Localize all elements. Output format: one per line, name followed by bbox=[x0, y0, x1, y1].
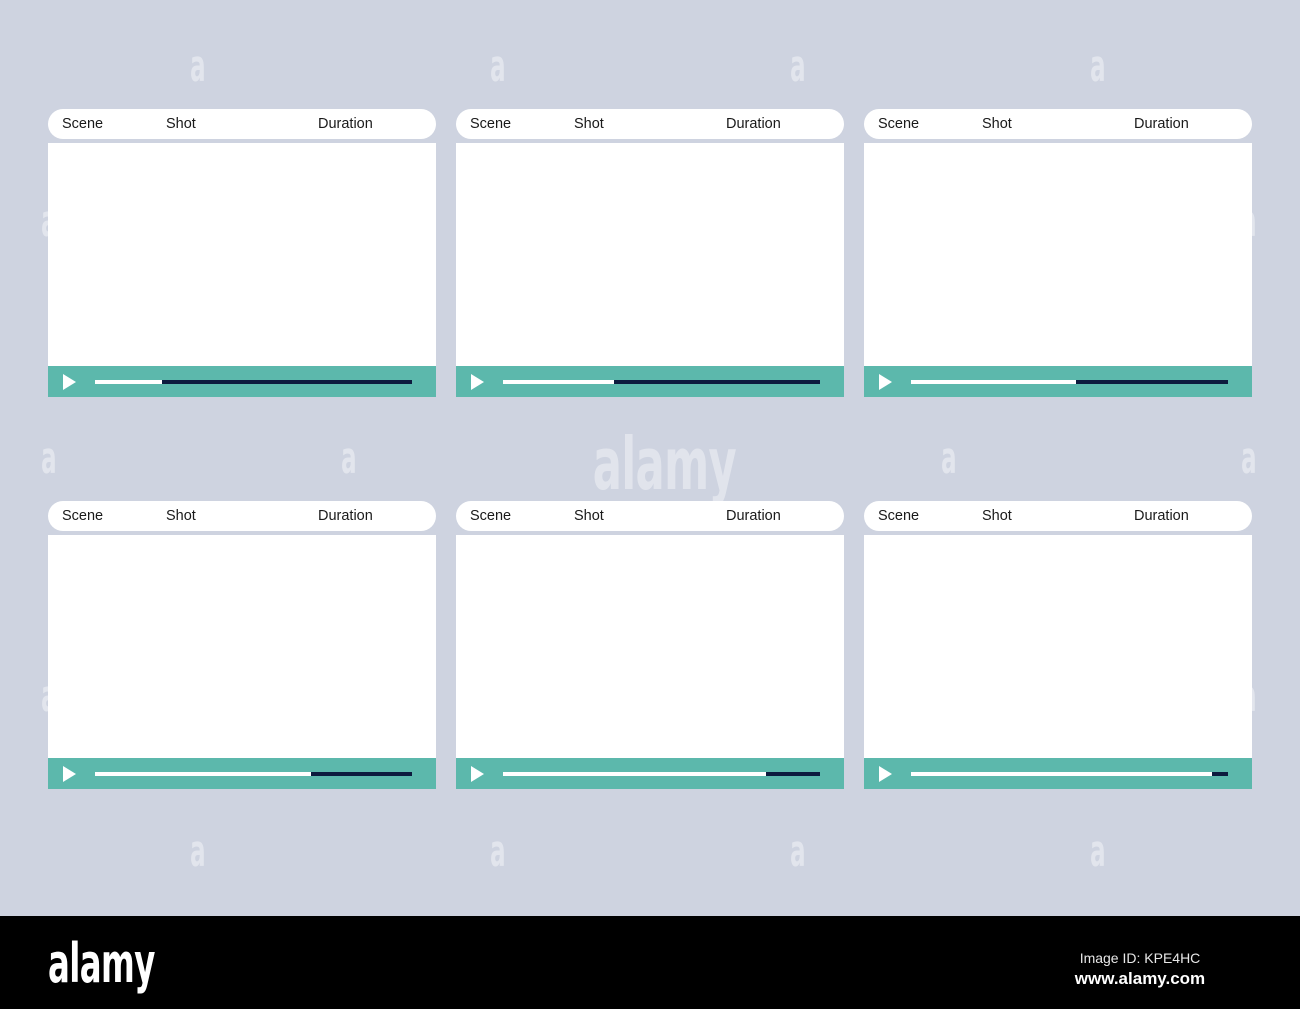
progress-scrubber[interactable] bbox=[503, 771, 820, 776]
image-id-label: Image ID: KPE4HC bbox=[1079, 950, 1201, 966]
card-drawing-frame[interactable] bbox=[48, 535, 436, 758]
storyboard-grid: Scene Shot Duration Scene Shot Duration Scene S… bbox=[0, 0, 1300, 916]
column-label-scene: Scene bbox=[62, 508, 104, 524]
card-header-bar: Scene Shot Duration bbox=[48, 109, 436, 139]
progress-scrubber[interactable] bbox=[911, 379, 1228, 384]
card-drawing-frame[interactable] bbox=[48, 143, 436, 366]
card-drawing-frame[interactable] bbox=[456, 143, 844, 366]
progress-scrubber[interactable] bbox=[503, 379, 820, 384]
card-player-bar bbox=[48, 366, 436, 397]
progress-fill bbox=[503, 771, 767, 776]
footer-meta: Image ID: KPE4HC www.alamy.com bbox=[1030, 948, 1250, 990]
card-header-bar: Scene Shot Duration bbox=[48, 501, 436, 531]
storyboard-card[interactable]: Scene Shot Duration bbox=[864, 501, 1252, 789]
footer-bar: alamy Image ID: KPE4HC www.alamy.com bbox=[0, 916, 1300, 1009]
column-label-shot: Shot bbox=[166, 116, 196, 132]
column-label-shot: Shot bbox=[166, 508, 196, 524]
column-label-shot: Shot bbox=[574, 508, 604, 524]
column-label-scene: Scene bbox=[878, 508, 920, 524]
column-label-scene: Scene bbox=[470, 508, 512, 524]
progress-fill bbox=[95, 379, 162, 384]
column-label-scene: Scene bbox=[878, 116, 920, 132]
column-label-duration: Duration bbox=[726, 508, 781, 524]
card-player-bar bbox=[864, 366, 1252, 397]
card-drawing-frame[interactable] bbox=[864, 143, 1252, 366]
column-label-duration: Duration bbox=[1134, 116, 1189, 132]
card-player-bar bbox=[864, 758, 1252, 789]
card-header-bar: Scene Shot Duration bbox=[864, 109, 1252, 139]
column-label-shot: Shot bbox=[982, 508, 1012, 524]
progress-scrubber[interactable] bbox=[95, 379, 412, 384]
alamy-url-link[interactable]: www.alamy.com bbox=[1030, 968, 1250, 990]
card-header-bar: Scene Shot Duration bbox=[456, 501, 844, 531]
card-header-bar: Scene Shot Duration bbox=[864, 501, 1252, 531]
column-label-duration: Duration bbox=[318, 508, 373, 524]
column-label-shot: Shot bbox=[982, 116, 1012, 132]
play-triangle-icon[interactable] bbox=[879, 373, 892, 390]
column-label-duration: Duration bbox=[726, 116, 781, 132]
play-triangle-icon[interactable] bbox=[879, 765, 892, 782]
storyboard-card[interactable]: Scene Shot Duration bbox=[48, 501, 436, 789]
column-label-scene: Scene bbox=[470, 116, 512, 132]
column-label-duration: Duration bbox=[1134, 508, 1189, 524]
progress-fill bbox=[503, 379, 614, 384]
card-drawing-frame[interactable] bbox=[864, 535, 1252, 758]
card-header-bar: Scene Shot Duration bbox=[456, 109, 844, 139]
column-label-duration: Duration bbox=[318, 116, 373, 132]
card-player-bar bbox=[48, 758, 436, 789]
storyboard-card[interactable]: Scene Shot Duration bbox=[864, 109, 1252, 397]
alamy-logo: alamy bbox=[48, 932, 155, 995]
column-label-shot: Shot bbox=[574, 116, 604, 132]
storyboard-card[interactable]: Scene Shot Duration bbox=[456, 501, 844, 789]
play-triangle-icon[interactable] bbox=[63, 765, 76, 782]
progress-scrubber[interactable] bbox=[911, 771, 1228, 776]
play-triangle-icon[interactable] bbox=[63, 373, 76, 390]
progress-fill bbox=[911, 771, 1213, 776]
play-triangle-icon[interactable] bbox=[471, 765, 484, 782]
storyboard-card[interactable]: Scene Shot Duration bbox=[48, 109, 436, 397]
card-player-bar bbox=[456, 758, 844, 789]
progress-fill bbox=[95, 771, 311, 776]
storyboard-card[interactable]: Scene Shot Duration bbox=[456, 109, 844, 397]
progress-fill bbox=[911, 379, 1076, 384]
card-drawing-frame[interactable] bbox=[456, 535, 844, 758]
column-label-scene: Scene bbox=[62, 116, 104, 132]
progress-scrubber[interactable] bbox=[95, 771, 412, 776]
play-triangle-icon[interactable] bbox=[471, 373, 484, 390]
card-player-bar bbox=[456, 366, 844, 397]
